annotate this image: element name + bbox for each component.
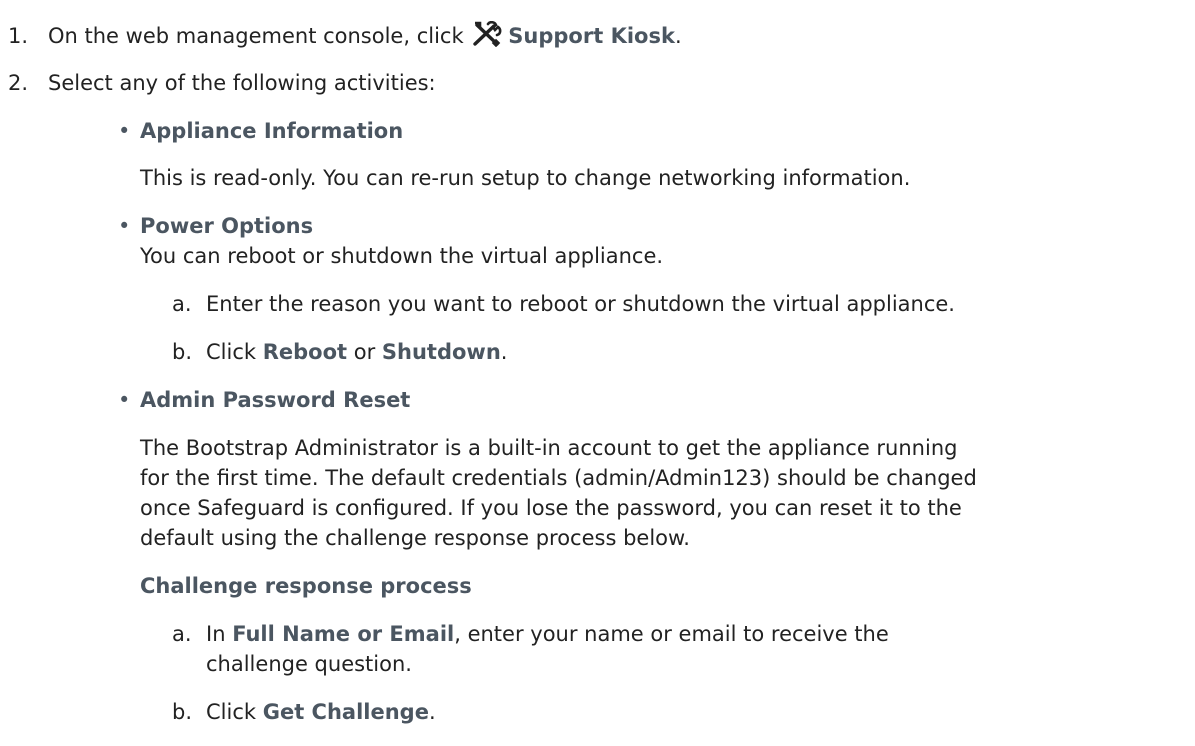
step-2: 2. Select any of the following activities… bbox=[8, 69, 436, 97]
substep-marker: b. bbox=[172, 340, 193, 364]
document-page: 1. On the web management console, click S… bbox=[0, 0, 1195, 746]
activity-title: Power Options bbox=[140, 214, 314, 238]
substep-continuation: challenge question. bbox=[206, 652, 412, 676]
activity-description: This is read-only. You can re-run setup … bbox=[140, 166, 911, 190]
bullet: • bbox=[118, 119, 131, 143]
admin-substep-b: b. Click Get Challenge. bbox=[172, 698, 436, 726]
activity-title: Appliance Information bbox=[140, 119, 404, 143]
substep-marker: a. bbox=[172, 292, 192, 316]
substep-marker: a. bbox=[172, 622, 192, 646]
heading-text: Challenge response process bbox=[140, 574, 472, 598]
substep-text: Click bbox=[206, 340, 263, 364]
step-text: Select any of the following activities: bbox=[48, 71, 436, 95]
power-substep-b: b. Click Reboot or Shutdown. bbox=[172, 338, 507, 366]
substep-text: . bbox=[428, 700, 436, 724]
substep-text: In bbox=[206, 622, 233, 646]
substep-text: , enter your name or email to receive th… bbox=[454, 622, 889, 646]
substep-text: . bbox=[500, 340, 508, 364]
admin-paragraph-line: for the first time. The default credenti… bbox=[140, 466, 977, 490]
get-challenge-label: Get Challenge bbox=[262, 700, 429, 724]
step-1: 1. On the web management console, click S… bbox=[8, 20, 682, 54]
power-substep-a: a. Enter the reason you want to reboot or… bbox=[172, 290, 955, 318]
shutdown-label: Shutdown bbox=[381, 340, 501, 364]
challenge-process-heading: Challenge response process bbox=[140, 572, 472, 600]
admin-paragraph-line: once Safeguard is configured. If you los… bbox=[140, 496, 962, 520]
admin-paragraph-line: The Bootstrap Administrator is a built-i… bbox=[140, 436, 958, 460]
support-kiosk-label: Support Kiosk bbox=[508, 24, 675, 48]
activity-title: Admin Password Reset bbox=[140, 388, 411, 412]
activity-description: You can reboot or shutdown the virtual a… bbox=[140, 244, 664, 268]
admin-paragraph-line: default using the challenge response pro… bbox=[140, 526, 690, 550]
step-text: On the web management console, click bbox=[48, 24, 471, 48]
activity-admin-password-reset: • Admin Password Reset bbox=[118, 386, 410, 414]
tools-icon bbox=[472, 20, 502, 54]
bullet: • bbox=[118, 214, 131, 238]
substep-marker: b. bbox=[172, 700, 193, 724]
substep-text: Enter the reason you want to reboot or s… bbox=[206, 292, 955, 316]
bullet: • bbox=[118, 388, 131, 412]
full-name-or-email-label: Full Name or Email bbox=[232, 622, 455, 646]
step-number: 2. bbox=[8, 71, 29, 95]
step-text-end: . bbox=[674, 24, 682, 48]
admin-substep-a: a. In Full Name or Email, enter your name… bbox=[172, 620, 889, 648]
activity-power-options: • Power Options bbox=[118, 212, 313, 240]
step-number: 1. bbox=[8, 24, 29, 48]
reboot-label: Reboot bbox=[262, 340, 348, 364]
activity-appliance-information: • Appliance Information bbox=[118, 117, 403, 145]
substep-text: Click bbox=[206, 700, 263, 724]
substep-text: or bbox=[347, 340, 382, 364]
